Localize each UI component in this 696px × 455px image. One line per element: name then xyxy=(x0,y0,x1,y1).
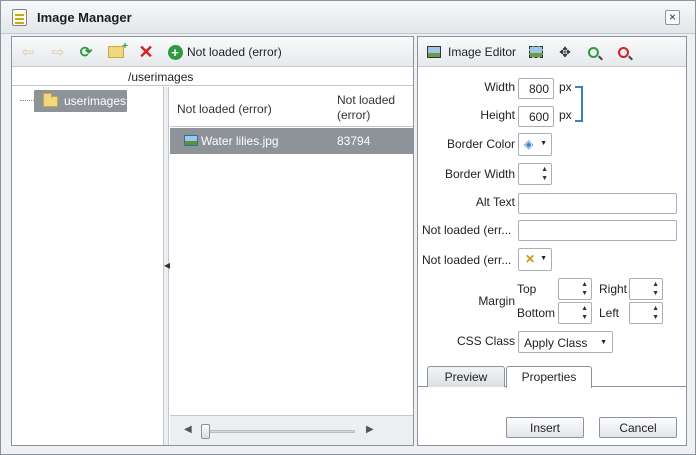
grid-header: Not loaded (error) Not loaded (error) xyxy=(170,87,413,127)
image-editor-toolbar: Image Editor ✥ xyxy=(418,37,686,67)
title-bar[interactable]: Image Manager × xyxy=(1,1,695,34)
move-icon[interactable]: ✥ xyxy=(556,43,574,61)
scroll-right-icon[interactable]: ▶ xyxy=(366,424,374,435)
delete-icon[interactable]: ✕ xyxy=(136,42,156,62)
file-browser-pane: ⇦ ⇨ ⟳ + ✕ + Not loaded (error) /userimag… xyxy=(11,36,414,446)
margin-right-label: Right xyxy=(599,282,628,296)
collapse-arrow-icon[interactable]: ◀ xyxy=(164,258,170,274)
scroll-track[interactable] xyxy=(203,430,355,433)
fit-image-icon[interactable] xyxy=(527,43,545,61)
border-color-label: Border Color xyxy=(446,137,515,151)
border-width-spinner[interactable]: ▲ ▼ xyxy=(518,163,552,185)
paint-bucket-icon: ◈ xyxy=(524,137,534,151)
window-title: Image Manager xyxy=(37,10,132,25)
zoom-in-icon[interactable] xyxy=(584,43,602,61)
folder-icon xyxy=(43,93,58,107)
refresh-icon[interactable]: ⟳ xyxy=(76,42,96,62)
upload-icon[interactable]: + xyxy=(165,42,185,62)
file-browser-toolbar: ⇦ ⇨ ⟳ + ✕ + Not loaded (error) xyxy=(12,37,413,67)
tree-folder-label: userimages xyxy=(64,94,127,108)
image-editor-title[interactable]: Image Editor xyxy=(448,45,516,59)
image-manager-window: Image Manager × ⇦ ⇨ ⟳ + ✕ + Not loaded (… xyxy=(0,0,696,455)
width-label: Width xyxy=(484,80,515,94)
tree-folder-userimages[interactable]: userimages xyxy=(34,90,127,112)
editor-tab-strip: Preview Properties xyxy=(418,362,686,388)
tab-properties[interactable]: Properties xyxy=(506,366,592,388)
margin-top-label: Top xyxy=(517,282,537,296)
dropdown-arrow-icon: ▼ xyxy=(540,255,547,262)
margin-top-spinner[interactable]: ▲ ▼ xyxy=(558,278,592,300)
notepad-icon xyxy=(12,9,27,26)
constrain-proportions-icon[interactable] xyxy=(575,86,583,122)
width-input[interactable]: 800 xyxy=(518,78,554,99)
horizontal-scrollbar[interactable]: ◀ ▶ xyxy=(170,415,413,445)
image-editor-icon[interactable] xyxy=(425,43,443,61)
tree-connector xyxy=(20,100,34,101)
border-width-label: Border Width xyxy=(444,167,515,181)
folder-tree xyxy=(12,87,164,445)
margin-right-spinner[interactable]: ▲ ▼ xyxy=(629,278,663,300)
scroll-thumb[interactable] xyxy=(201,424,210,439)
scroll-left-icon[interactable]: ◀ xyxy=(184,424,192,435)
insert-button[interactable]: Insert xyxy=(506,417,584,438)
border-color-picker[interactable]: ◈ ▼ xyxy=(518,133,552,156)
tab-preview[interactable]: Preview xyxy=(427,366,505,387)
image-editor-pane: Image Editor ✥ Width 800 px Height 600 p… xyxy=(417,36,687,446)
alignment-dropdown[interactable]: ✕ ▼ xyxy=(518,248,552,271)
forward-arrow-icon[interactable]: ⇨ xyxy=(48,42,68,62)
upload-status-label[interactable]: Not loaded (error) xyxy=(187,45,282,59)
field5-input[interactable] xyxy=(518,220,677,241)
dropdown-arrow-icon: ▼ xyxy=(540,140,547,147)
field5-label: Not loaded (err... xyxy=(422,223,512,237)
close-icon[interactable]: × xyxy=(665,10,680,25)
margin-bottom-label: Bottom xyxy=(517,306,556,320)
zoom-out-icon[interactable] xyxy=(614,43,632,61)
file-size: 83794 xyxy=(337,134,371,148)
height-label: Height xyxy=(480,108,515,122)
css-class-label: CSS Class xyxy=(456,334,515,348)
css-class-select[interactable]: Apply Class ▼ xyxy=(518,331,613,353)
margin-bottom-spinner[interactable]: ▲ ▼ xyxy=(558,302,592,324)
column-header-name[interactable]: Not loaded (error) xyxy=(177,102,272,116)
height-input[interactable]: 600 xyxy=(518,106,554,127)
alt-text-input[interactable] xyxy=(518,193,677,214)
image-file-icon xyxy=(184,135,198,146)
file-name: Water lilies.jpg xyxy=(201,134,279,148)
width-unit: px xyxy=(559,80,572,94)
new-folder-icon[interactable]: + xyxy=(106,41,128,62)
margin-left-spinner[interactable]: ▲ ▼ xyxy=(629,302,663,324)
no-alignment-icon: ✕ xyxy=(525,252,536,266)
back-arrow-icon[interactable]: ⇦ xyxy=(18,42,38,62)
field6-label: Not loaded (err... xyxy=(422,253,512,267)
current-path: /userimages xyxy=(128,70,194,84)
height-unit: px xyxy=(559,108,572,122)
file-grid: Not loaded (error) Not loaded (error) Wa… xyxy=(170,87,413,445)
cancel-button[interactable]: Cancel xyxy=(599,417,677,438)
alt-text-label: Alt Text xyxy=(475,195,515,209)
path-bar: /userimages xyxy=(12,68,413,86)
column-header-size[interactable]: Not loaded (error) xyxy=(337,93,411,123)
margin-left-label: Left xyxy=(599,306,620,320)
dropdown-arrow-icon: ▼ xyxy=(600,339,607,346)
file-row[interactable]: Water lilies.jpg 83794 xyxy=(170,128,413,154)
margin-label: Margin xyxy=(478,294,515,308)
css-class-value: Apply Class xyxy=(524,336,588,350)
